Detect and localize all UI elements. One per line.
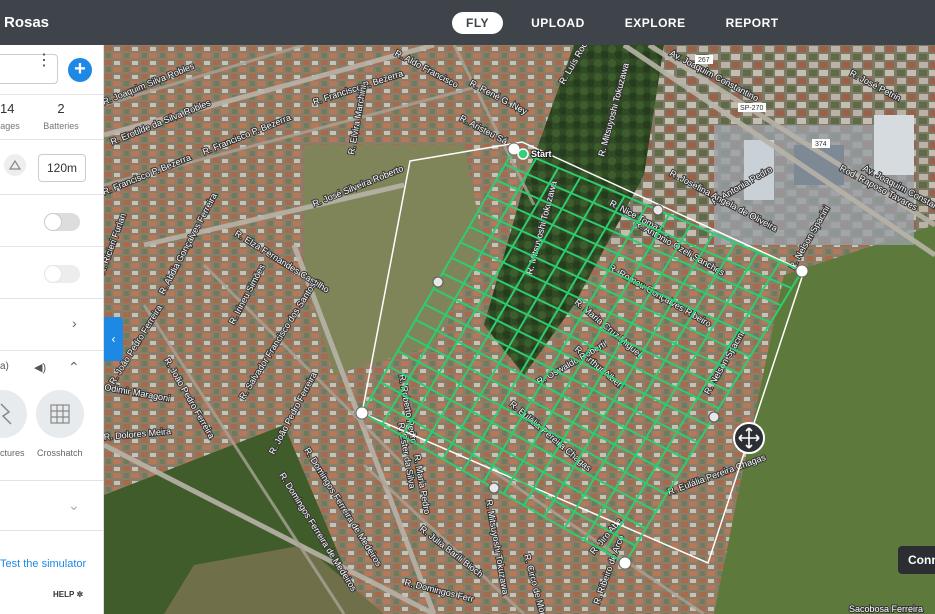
start-label: Start bbox=[531, 149, 552, 159]
pattern-label-2: Crosshatch bbox=[37, 448, 83, 458]
collapsed-section[interactable]: ⌄ bbox=[0, 481, 103, 531]
midpoint-handle[interactable] bbox=[708, 411, 720, 423]
start-marker bbox=[517, 148, 529, 160]
images-label: ages bbox=[0, 121, 20, 131]
satellite-map[interactable]: R. Joaquim Silva Robles R. Erotilde da S… bbox=[104, 45, 935, 614]
add-plan-button[interactable]: + bbox=[68, 58, 92, 82]
expand-row[interactable]: › bbox=[0, 299, 103, 351]
altitude-row: 120m bbox=[0, 140, 103, 195]
polygon-vertex-handle[interactable] bbox=[795, 264, 809, 278]
flight-plan-panel: ⋮ + 14 ages 2 Batteries 120m › a) ◀) ⌃ c… bbox=[0, 45, 104, 614]
voice-setting-label: a) bbox=[0, 361, 9, 372]
altitude-icon bbox=[4, 154, 26, 176]
tab-explore[interactable]: EXPLORE bbox=[613, 12, 698, 34]
road-sign: SP-270 bbox=[740, 105, 763, 112]
tab-report[interactable]: REPORT bbox=[714, 12, 791, 34]
road-sign: 374 bbox=[815, 141, 827, 148]
help-button[interactable]: HELP ✲ bbox=[53, 590, 83, 599]
polygon-path-icon[interactable] bbox=[0, 390, 27, 438]
stats-row: 14 ages 2 Batteries bbox=[0, 95, 103, 140]
setting-toggle-1[interactable] bbox=[44, 213, 80, 231]
batteries-label: Batteries bbox=[43, 121, 79, 131]
test-simulator-link[interactable]: Test the simulator bbox=[0, 558, 86, 570]
midpoint-handle[interactable] bbox=[488, 482, 500, 494]
chevron-down-icon: ⌄ bbox=[68, 497, 80, 513]
top-bar: Rosas FLY UPLOAD EXPLORE REPORT bbox=[0, 0, 935, 45]
midpoint-handle[interactable] bbox=[432, 276, 444, 288]
polygon-vertex-handle[interactable] bbox=[355, 406, 369, 420]
pattern-label-1: ctures bbox=[0, 448, 25, 458]
pattern-section: a) ◀) ⌃ ctures Crosshatch bbox=[0, 351, 103, 481]
toggle-row-2 bbox=[0, 247, 103, 299]
speaker-icon[interactable]: ◀) bbox=[34, 361, 46, 374]
street-label: Sacobosa Ferreira bbox=[849, 604, 923, 614]
tab-upload[interactable]: UPLOAD bbox=[519, 12, 597, 34]
project-title: Rosas bbox=[4, 14, 50, 31]
crosshatch-icon[interactable] bbox=[36, 390, 84, 438]
chevron-up-icon[interactable]: ⌃ bbox=[68, 359, 80, 376]
help-label: HELP bbox=[53, 590, 75, 599]
move-polygon-icon[interactable] bbox=[733, 422, 765, 454]
help-icon: ✲ bbox=[76, 590, 84, 599]
plan-name-row: ⋮ + bbox=[0, 45, 103, 95]
altitude-input[interactable]: 120m bbox=[38, 154, 86, 182]
chevron-right-icon: › bbox=[72, 315, 77, 331]
mode-tabs: FLY UPLOAD EXPLORE REPORT bbox=[452, 12, 807, 34]
more-options-icon[interactable]: ⋮ bbox=[36, 53, 52, 69]
setting-toggle-2[interactable] bbox=[44, 265, 80, 283]
collapse-panel-button[interactable]: ‹ bbox=[104, 317, 123, 361]
images-count: 14 bbox=[0, 101, 15, 116]
road-sign: 267 bbox=[698, 57, 710, 64]
midpoint-handle[interactable] bbox=[652, 204, 664, 216]
polygon-vertex-handle[interactable] bbox=[618, 556, 632, 570]
connect-button[interactable]: Conn bbox=[898, 546, 935, 574]
tab-fly[interactable]: FLY bbox=[452, 12, 504, 34]
batteries-count: 2 bbox=[57, 101, 65, 116]
toggle-row-1 bbox=[0, 195, 103, 247]
